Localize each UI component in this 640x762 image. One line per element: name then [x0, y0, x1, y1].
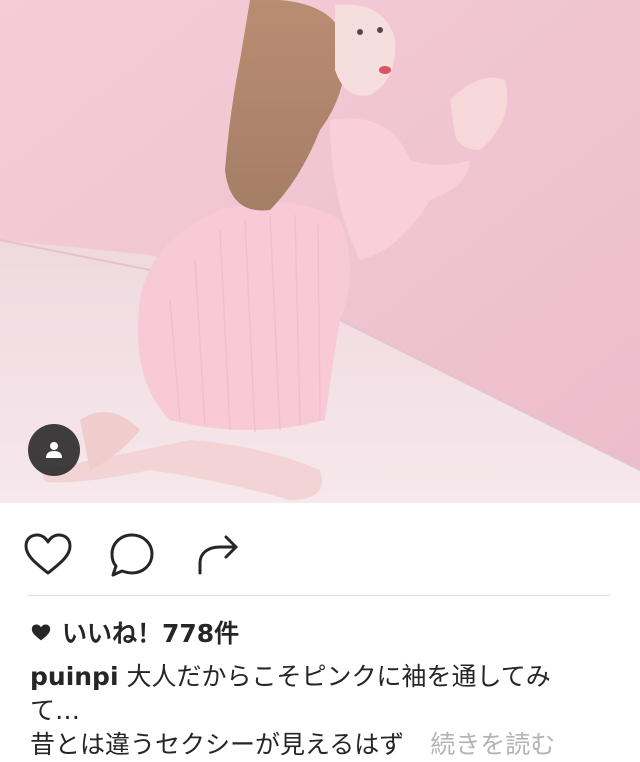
share-icon — [198, 535, 238, 575]
caption-line-1: 大人だからこそピンクに袖を通してみ — [126, 662, 551, 691]
post-photo[interactable] — [0, 0, 640, 503]
caption-line-3: 昔とは違うセクシーが見えるはず — [30, 730, 405, 759]
post-photo-image — [0, 0, 640, 503]
like-button[interactable] — [22, 529, 74, 581]
post-action-bar — [0, 503, 640, 595]
caption-username[interactable]: puinpi — [30, 662, 119, 691]
likes-count[interactable]: いいね！778件 — [30, 614, 239, 650]
divider — [28, 595, 610, 596]
heart-filled-icon — [31, 624, 51, 641]
comment-icon — [110, 533, 154, 577]
share-button[interactable] — [190, 529, 242, 581]
user-tag-button[interactable] — [28, 424, 80, 476]
likes-label: いいね！778件 — [62, 619, 240, 648]
heart-icon — [24, 533, 72, 575]
post-caption: puinpi 大人だからこそピンクに袖を通してみ て… 昔とは違うセクシーが見える… — [30, 660, 610, 762]
user-tag-icon — [46, 442, 62, 458]
read-more-link[interactable]: 続きを読む — [430, 730, 555, 759]
comment-button[interactable] — [106, 529, 158, 581]
caption-line-2: て… — [30, 696, 81, 725]
